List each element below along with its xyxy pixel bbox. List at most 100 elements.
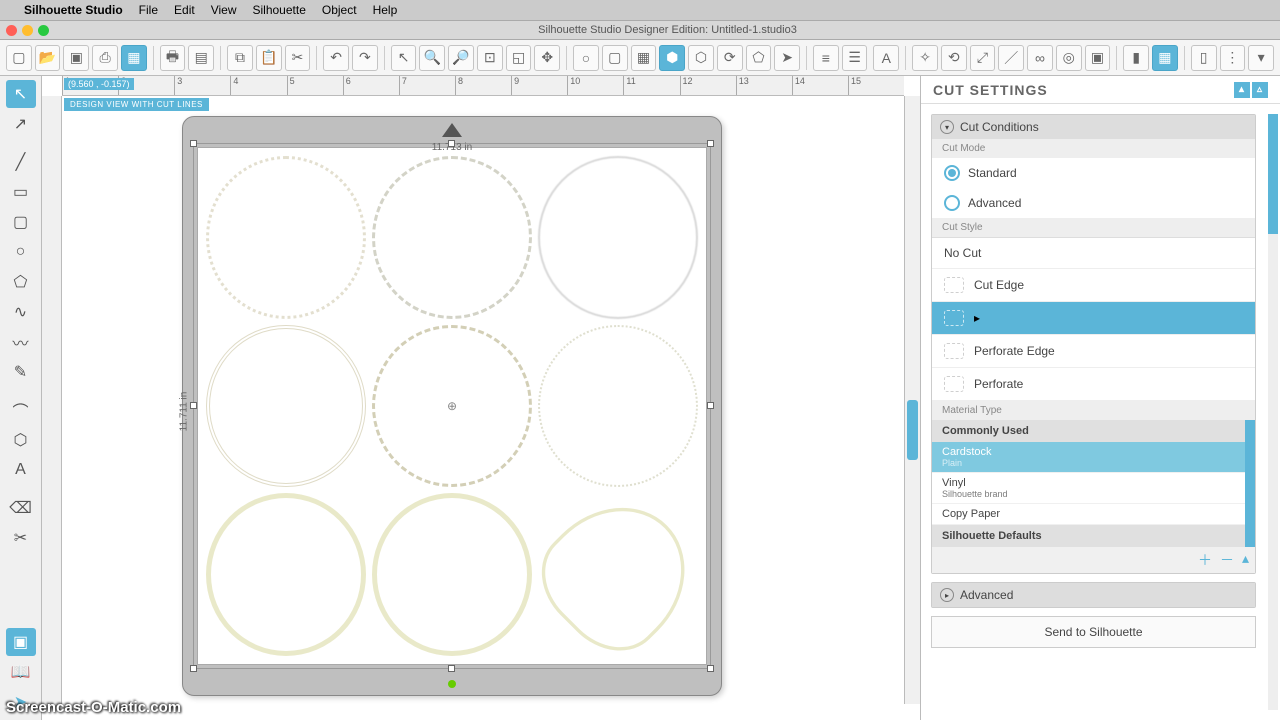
close-icon[interactable] <box>6 25 17 36</box>
shape-square-icon[interactable]: ▢ <box>602 45 628 71</box>
add-material-icon[interactable]: ＋ <box>1198 550 1212 570</box>
page-icon[interactable]: ▯ <box>1191 45 1217 71</box>
wreath-shape[interactable] <box>206 325 366 488</box>
send-to-silhouette-button[interactable]: Send to Silhouette <box>931 616 1256 648</box>
design-objects[interactable] <box>206 156 698 656</box>
cut-mode-advanced[interactable]: Advanced <box>932 188 1255 218</box>
rotate-tool-icon[interactable]: ⟲ <box>941 45 967 71</box>
panel-scrollbar[interactable] <box>1268 114 1278 710</box>
zoom-out-icon[interactable]: 🔎 <box>448 45 474 71</box>
move-icon[interactable]: ✧ <box>912 45 938 71</box>
resize-handle[interactable] <box>190 140 197 147</box>
menu-app[interactable]: Silhouette Studio <box>24 3 123 17</box>
panel-collapse-icon[interactable]: ▴ <box>1234 82 1250 98</box>
resize-handle[interactable] <box>707 140 714 147</box>
material-cardstock[interactable]: Cardstock Plain <box>932 442 1255 473</box>
more-icon[interactable]: ⋮ <box>1220 45 1246 71</box>
text-icon[interactable]: A <box>873 45 899 71</box>
open-file-icon[interactable]: 📂 <box>35 45 61 71</box>
ellipse-tool-icon[interactable]: ○ <box>6 238 36 266</box>
resize-handle[interactable] <box>448 665 455 672</box>
shape-arrow-icon[interactable]: ➤ <box>774 45 800 71</box>
menu-file[interactable]: File <box>139 3 158 17</box>
resize-handle[interactable] <box>707 402 714 409</box>
resize-handle[interactable] <box>190 402 197 409</box>
scroll-thumb[interactable] <box>907 400 918 460</box>
save-as-icon[interactable]: ⎙ <box>92 45 118 71</box>
cut-settings-icon[interactable]: ▦ <box>1152 45 1178 71</box>
zoom-icon[interactable] <box>38 25 49 36</box>
canvas-area[interactable]: (9.560 , -0.157) 123456789101112131415 D… <box>42 76 920 720</box>
offset-icon[interactable]: ◎ <box>1056 45 1082 71</box>
distribute-icon[interactable]: ☰ <box>842 45 868 71</box>
eraser-icon[interactable]: ⌫ <box>6 494 36 522</box>
panel-close-icon[interactable]: ▵ <box>1252 82 1268 98</box>
zoom-in-icon[interactable]: 🔍 <box>419 45 445 71</box>
menu-help[interactable]: Help <box>373 3 398 17</box>
edit-points-icon[interactable]: ↗ <box>6 110 36 138</box>
scrollbar-right[interactable] <box>904 96 920 704</box>
wreath-shape[interactable] <box>372 325 532 488</box>
redo-icon[interactable]: ↷ <box>352 45 378 71</box>
zoom-fit-icon[interactable]: ◱ <box>506 45 532 71</box>
text-tool-icon[interactable]: A <box>6 456 36 484</box>
wreath-shape[interactable] <box>206 493 366 656</box>
material-scrollbar[interactable] <box>1245 420 1255 547</box>
paste-icon[interactable]: 📋 <box>256 45 282 71</box>
design-view-button[interactable]: DESIGN VIEW WITH CUT LINES <box>64 98 209 111</box>
section-header[interactable]: ▾ Cut Conditions <box>932 115 1255 139</box>
freehand-icon[interactable]: 〰 <box>6 328 36 356</box>
remove-material-icon[interactable]: － <box>1220 550 1234 570</box>
rounded-rect-icon[interactable]: ▢ <box>6 208 36 236</box>
heart-shape[interactable] <box>521 478 715 672</box>
fill-icon[interactable]: ▮ <box>1123 45 1149 71</box>
menu-edit[interactable]: Edit <box>174 3 195 17</box>
library-icon[interactable]: ▣ <box>6 628 36 656</box>
new-file-icon[interactable]: ▢ <box>6 45 32 71</box>
design-page[interactable]: 11.713 in 11.711 in ⊕ <box>197 147 707 665</box>
shape-hex-icon[interactable]: ⬡ <box>688 45 714 71</box>
wreath-shape[interactable] <box>538 325 698 488</box>
resize-handle[interactable] <box>448 140 455 147</box>
cut-style-perforate[interactable]: Perforate <box>932 368 1255 401</box>
material-vinyl[interactable]: Vinyl Silhouette brand <box>932 473 1255 504</box>
wreath-shape[interactable] <box>372 156 532 319</box>
pencil-icon[interactable]: ✎ <box>6 358 36 386</box>
cut-style-no-cut[interactable]: No Cut <box>932 238 1255 269</box>
menu-view[interactable]: View <box>211 3 237 17</box>
scroll-thumb[interactable] <box>1268 114 1278 234</box>
shape-rotate-icon[interactable]: ⟳ <box>717 45 743 71</box>
trace-icon[interactable]: ▣ <box>1085 45 1111 71</box>
line-tool-icon[interactable]: ╱ <box>6 148 36 176</box>
shape-polygon-icon[interactable]: ⬢ <box>659 45 685 71</box>
cut-mode-standard[interactable]: Standard <box>932 158 1255 188</box>
save-icon[interactable]: ▣ <box>63 45 89 71</box>
regular-poly-icon[interactable]: ⬡ <box>6 426 36 454</box>
knife-tool-icon[interactable]: ✂ <box>6 524 36 552</box>
wreath-shape[interactable] <box>206 156 366 319</box>
weld-icon[interactable]: ∞ <box>1027 45 1053 71</box>
material-list[interactable]: Commonly Used Cardstock Plain Vinyl Silh… <box>932 420 1255 547</box>
polygon-tool-icon[interactable]: ⬠ <box>6 268 36 296</box>
select-icon[interactable]: ↖ <box>391 45 417 71</box>
wreath-shape[interactable] <box>538 156 698 319</box>
cut-style-cut-edge[interactable]: Cut Edge <box>932 269 1255 302</box>
zoom-select-icon[interactable]: ⊡ <box>477 45 503 71</box>
minimize-icon[interactable] <box>22 25 33 36</box>
section-header[interactable]: ▸ Advanced <box>932 583 1255 607</box>
pan-icon[interactable]: ✥ <box>534 45 560 71</box>
select-tool-icon[interactable]: ↖ <box>6 80 36 108</box>
canvas-content[interactable]: 11.713 in 11.711 in ⊕ <box>182 116 722 696</box>
cut-style-perforate-edge[interactable]: Perforate Edge <box>932 335 1255 368</box>
material-scroll-up-icon[interactable]: ▴ <box>1242 550 1249 570</box>
chevron-down-icon[interactable]: ▾ <box>940 120 954 134</box>
arc-tool-icon[interactable]: ⌒ <box>6 396 36 424</box>
shape-circle-icon[interactable]: ○ <box>573 45 599 71</box>
store-icon[interactable]: 📖 <box>6 658 36 686</box>
print-icon[interactable]: 🖶 <box>160 45 186 71</box>
menu-silhouette[interactable]: Silhouette <box>253 3 306 17</box>
copy-icon[interactable]: ⧉ <box>227 45 253 71</box>
dropdown-icon[interactable]: ▾ <box>1248 45 1274 71</box>
cut-style-cut[interactable]: ▸ <box>932 302 1255 335</box>
resize-handle[interactable] <box>707 665 714 672</box>
